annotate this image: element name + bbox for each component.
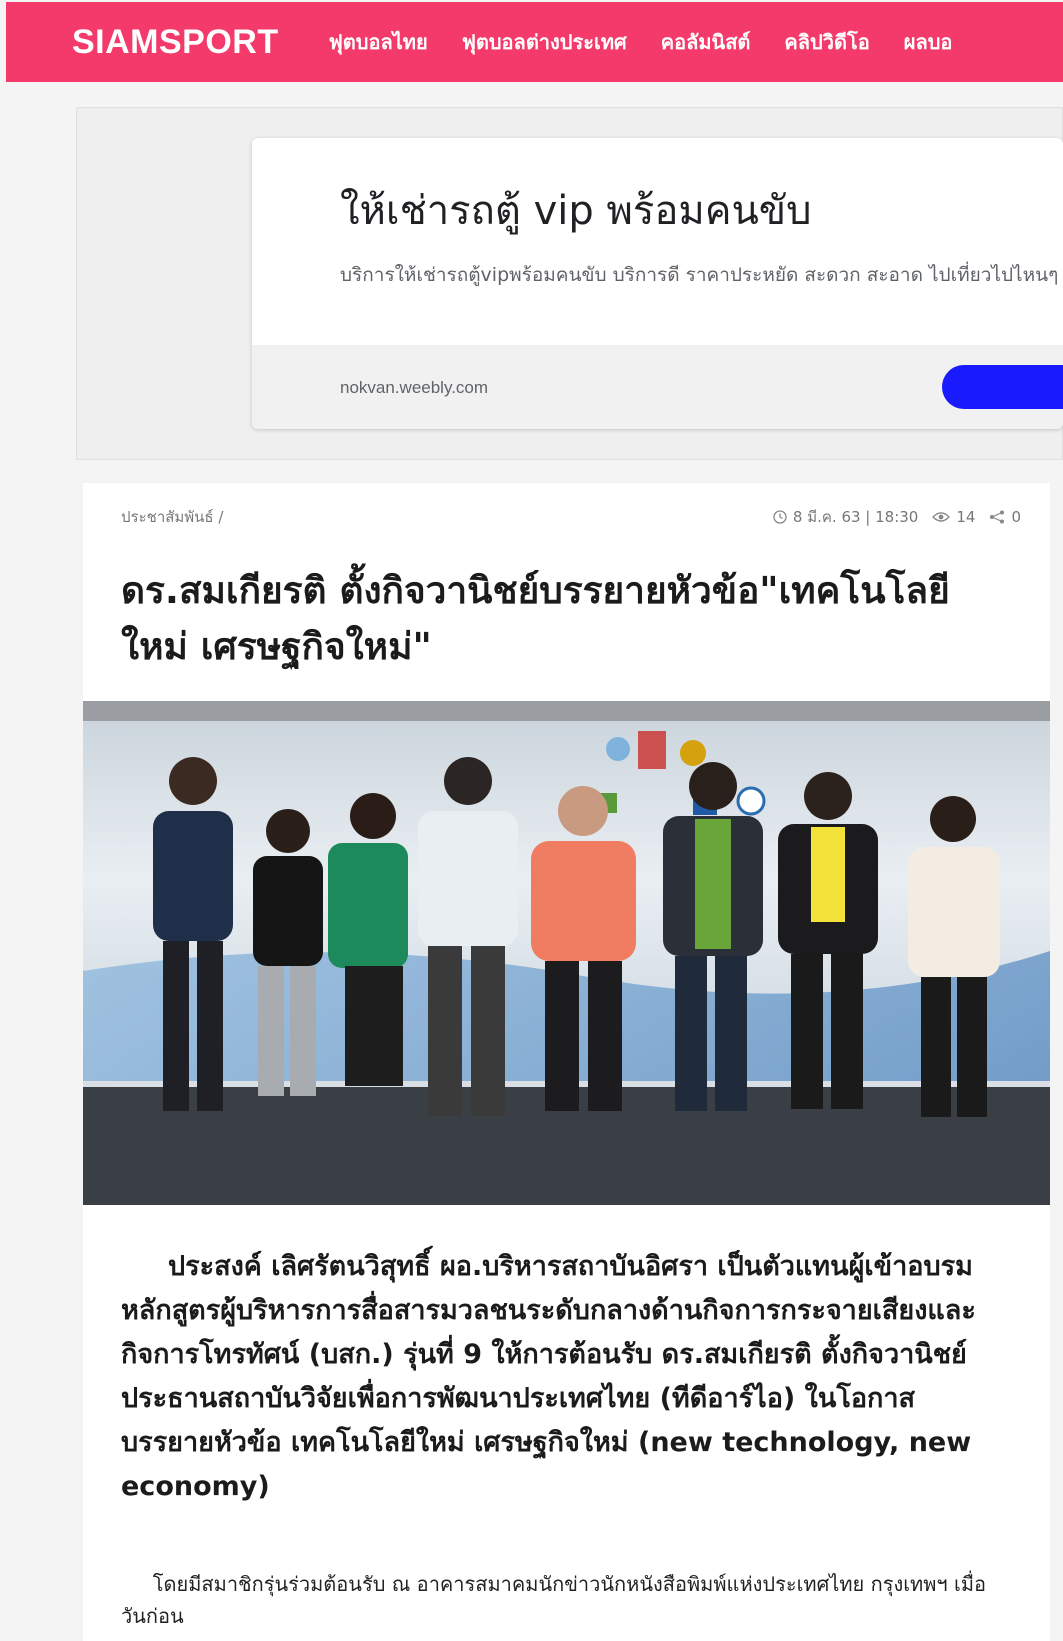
share-icon[interactable] <box>989 510 1005 524</box>
article-body: โดยมีสมาชิกรุ่นร่วมต้อนรับ ณ อาคารสมาคมน… <box>121 1572 987 1628</box>
article-photo[interactable] <box>83 701 1050 1205</box>
article-lead: ประสงค์ เลิศรัตนวิสุทธิ์ ผอ.บริหารสถาบัน… <box>121 1251 981 1502</box>
ad-open-button[interactable] <box>942 365 1063 409</box>
nav-item-foreign-football[interactable]: ฟุตบอลต่างประเทศ <box>462 26 627 58</box>
article-headline: ดร.สมเกียรติ ตั้งกิจวานิชย์บรรยายหัวข้อ"… <box>121 569 950 668</box>
ad-card[interactable]: ให้เช่ารถตู้ vip พร้อมคนขับ บริการให้เช่… <box>252 138 1063 429</box>
nav-item-columnist[interactable]: คอลัมนิสต์ <box>661 26 751 58</box>
article-meta: ประชาสัมพันธ์ / 8 มี.ค. 63 | 18:30 14 0 <box>121 505 1021 529</box>
clock-icon <box>773 510 787 524</box>
ad-url[interactable]: nokvan.weebly.com <box>340 378 488 398</box>
view-count: 14 <box>932 508 975 526</box>
main-nav: ฟุตบอลไทย ฟุตบอลต่างประเทศ คอลัมนิสต์ คล… <box>329 26 987 58</box>
nav-item-thai-football[interactable]: ฟุตบอลไทย <box>329 26 428 58</box>
breadcrumb[interactable]: ประชาสัมพันธ์ / <box>121 505 223 529</box>
publish-date: 8 มี.ค. 63 | 18:30 <box>773 505 918 529</box>
eye-icon <box>932 512 951 522</box>
nav-item-video-clips[interactable]: คลิปวิดีโอ <box>784 26 869 58</box>
views-text: 14 <box>956 508 976 526</box>
article-card: ประชาสัมพันธ์ / 8 มี.ค. 63 | 18:30 14 0 … <box>83 483 1050 1641</box>
ad-description: บริการให้เช่ารถตู้vipพร้อมคนขับ บริการดี… <box>340 264 1059 286</box>
article-stats: 8 มี.ค. 63 | 18:30 14 0 <box>759 505 1021 529</box>
share-count[interactable]: 0 <box>989 508 1021 526</box>
shares-text: 0 <box>1011 508 1021 526</box>
date-text: 8 มี.ค. 63 | 18:30 <box>792 508 919 526</box>
group-photo-image <box>83 701 1050 1205</box>
site-logo[interactable]: SIAMSPORT <box>72 23 279 62</box>
ad-title[interactable]: ให้เช่ารถตู้ vip พร้อมคนขับ <box>340 178 812 242</box>
top-nav-bar: SIAMSPORT ฟุตบอลไทย ฟุตบอลต่างประเทศ คอล… <box>6 2 1063 82</box>
nav-item-results[interactable]: ผลบอ <box>904 26 953 58</box>
ad-footer: nokvan.weebly.com <box>252 345 1063 429</box>
